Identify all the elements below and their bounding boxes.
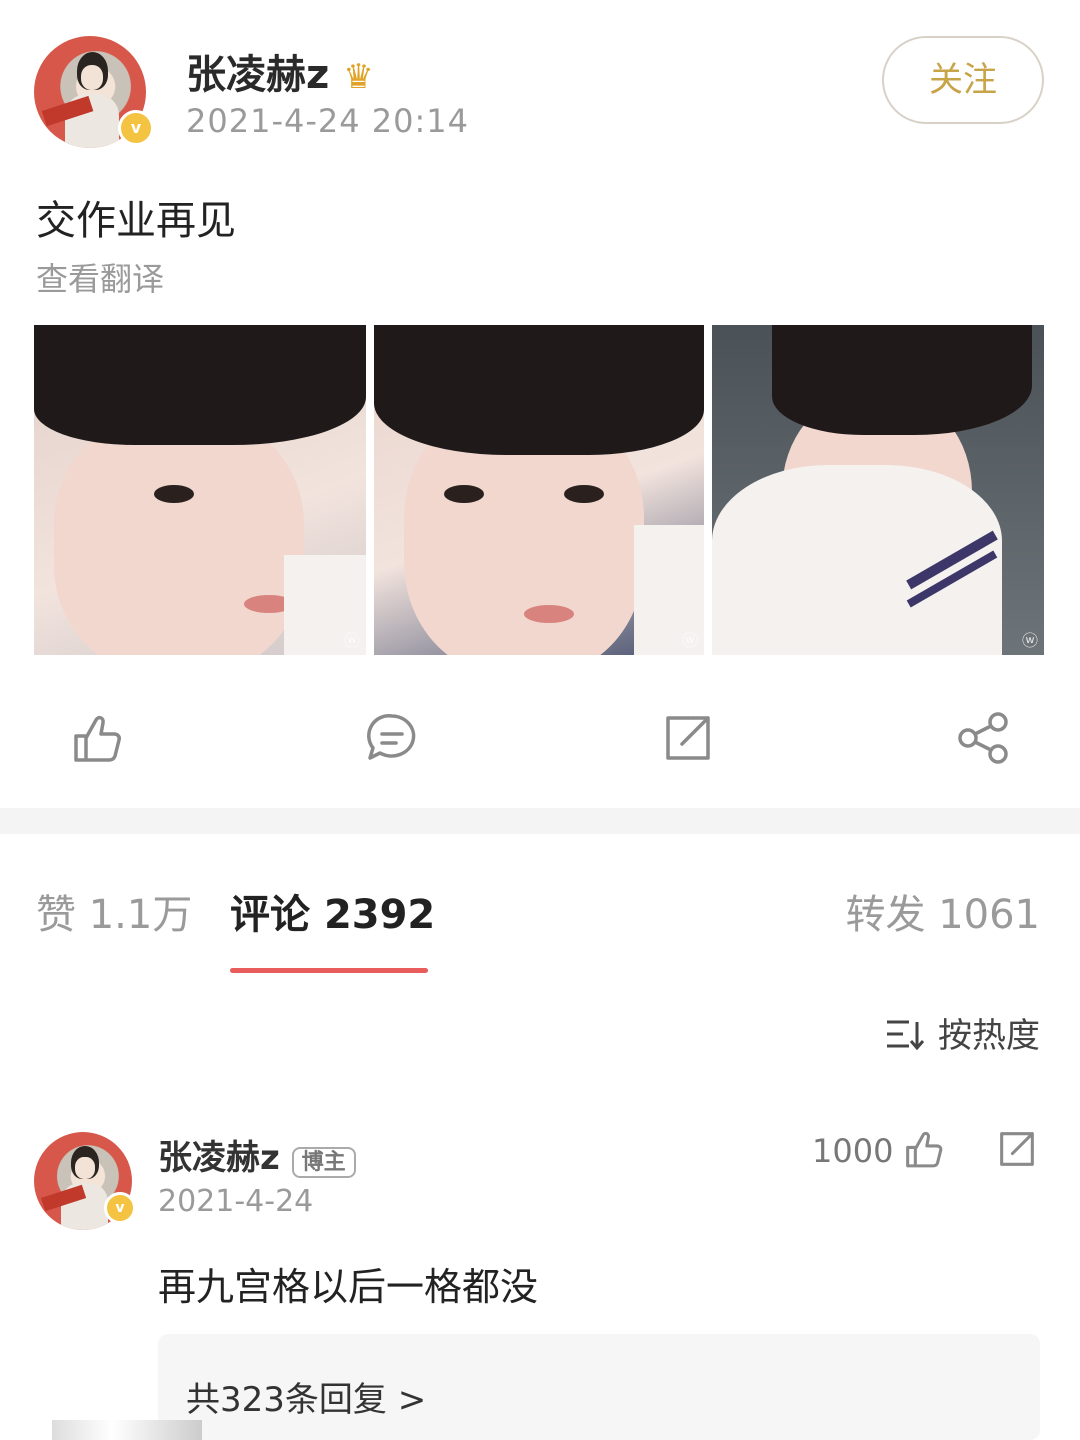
author-name-text: 张凌赫z [186, 52, 330, 98]
comment-repost-button[interactable] [994, 1126, 1040, 1172]
watermark-icon: ⓦ [343, 631, 360, 650]
active-tab-indicator [230, 968, 428, 973]
commenter-verified-icon: v [104, 1192, 136, 1224]
thumbs-up-icon [906, 1131, 943, 1168]
tab-comments-count: 2392 [323, 892, 436, 938]
thumbs-up-icon [74, 715, 121, 762]
tab-likes-label: 赞 [36, 892, 76, 938]
translate-link[interactable]: 查看翻译 [36, 254, 164, 300]
comment-icon [367, 714, 416, 760]
sort-by-hot-button[interactable]: 按热度 [885, 1008, 1040, 1057]
watermark-icon: ⓦ [1021, 631, 1038, 650]
tab-likes[interactable]: 赞 1.1万 [36, 882, 192, 940]
comment-text: 再九宫格以后一格都没 [158, 1265, 539, 1309]
comment-like-button[interactable] [900, 1126, 946, 1172]
post-photo-2[interactable]: ⓦ [374, 325, 704, 655]
share-icon [958, 712, 1008, 764]
author-tag: 博主 [291, 1147, 356, 1178]
tab-comments-label: 评论 [230, 892, 310, 938]
post-photo-3[interactable]: ⓦ [712, 325, 1044, 655]
repost-icon [666, 716, 710, 760]
post-text: 交作业再见 [36, 198, 236, 244]
tab-reposts[interactable]: 转发 1061 [845, 882, 1040, 940]
repost-button[interactable] [658, 708, 718, 768]
tab-reposts-count: 1061 [938, 892, 1040, 938]
view-replies-link[interactable]: 共323条回复 > [186, 1372, 426, 1421]
comment-time: 2021-4-24 [158, 1184, 314, 1219]
comment-button[interactable] [362, 708, 422, 768]
like-button[interactable] [66, 708, 126, 768]
crown-icon: ♛ [343, 57, 374, 97]
comment-like-count: 1000 [812, 1132, 894, 1170]
share-button[interactable] [954, 708, 1014, 768]
post-photo-1[interactable]: ⓦ [34, 325, 366, 655]
watermark-icon: ⓦ [681, 631, 698, 650]
verified-badge-icon: v [118, 110, 154, 146]
commenter-name[interactable]: 张凌赫z 博主 [158, 1130, 356, 1179]
commenter-name-text: 张凌赫z [158, 1138, 280, 1178]
sort-label: 按热度 [938, 1016, 1040, 1056]
tab-likes-count: 1.1万 [88, 892, 193, 938]
post-timestamp: 2021-4-24 20:14 [186, 102, 469, 140]
repost-icon [1000, 1132, 1034, 1166]
tab-comments[interactable]: 评论 2392 [230, 882, 435, 940]
sort-icon [887, 1020, 925, 1051]
tab-reposts-label: 转发 [845, 892, 926, 938]
next-comment-avatar [52, 1420, 202, 1440]
follow-button[interactable]: 关注 [882, 36, 1044, 124]
section-divider [0, 808, 1080, 834]
author-name[interactable]: 张凌赫z ♛ [186, 42, 374, 100]
